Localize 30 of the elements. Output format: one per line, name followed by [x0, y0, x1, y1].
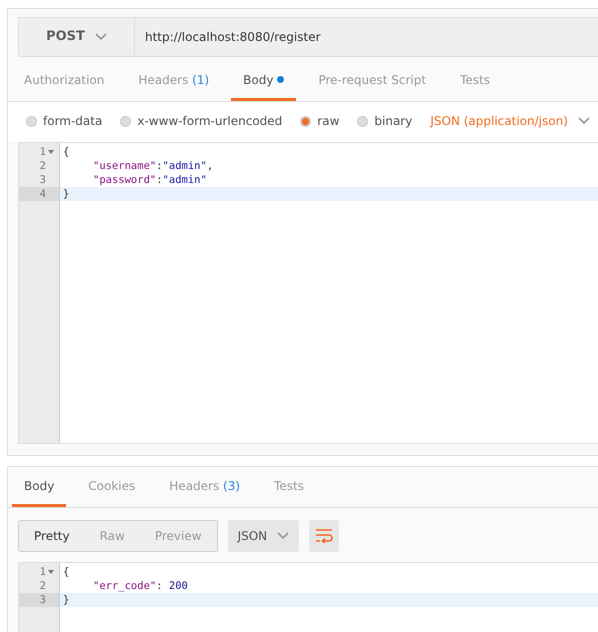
radio-option[interactable]: x-www-form-urlencoded [120, 112, 282, 130]
code-line: "password":"admin" [92, 173, 207, 187]
line-number: 2 [40, 579, 46, 593]
code-line: } [63, 187, 70, 201]
format-dropdown[interactable]: JSON [228, 520, 300, 552]
radio-option[interactable]: binary [357, 112, 412, 130]
tab[interactable]: Headers (3) [157, 467, 252, 507]
line-number: 3 [40, 593, 46, 607]
view-mode-button[interactable]: Pretty [19, 521, 85, 551]
radio-option[interactable]: raw [300, 112, 340, 130]
wrap-lines-button[interactable] [309, 520, 340, 552]
tab[interactable]: Body [12, 467, 66, 507]
code-line: "username":"admin", [92, 159, 214, 173]
wrap-icon [315, 529, 334, 543]
tab[interactable]: Headers (1) [126, 61, 222, 101]
code-line: { [63, 145, 70, 159]
line-number: 3 [40, 173, 46, 187]
line-number: 4 [40, 187, 46, 201]
radio-option[interactable]: form-data [26, 112, 102, 130]
code-line: "err_code": 200 [92, 579, 188, 593]
code-line: { [63, 565, 70, 579]
line-number: 1 [40, 565, 46, 579]
line-number: 2 [40, 159, 46, 173]
chevron-icon [277, 532, 290, 540]
code-line: } [63, 593, 70, 607]
line-number: 1 [40, 145, 46, 159]
fold-caret-icon [48, 570, 54, 574]
fold-caret-icon [48, 150, 54, 154]
chevron-icon [578, 117, 590, 125]
content-type-dropdown[interactable]: JSON (application/json) [430, 112, 590, 130]
